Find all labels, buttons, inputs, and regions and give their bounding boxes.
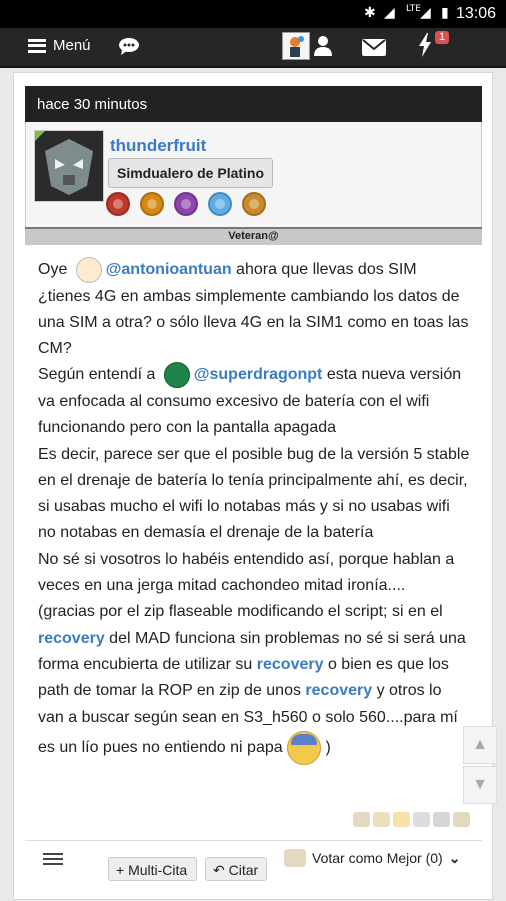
signal-icon: ◢ (420, 5, 431, 21)
author-avatar[interactable] (34, 130, 104, 202)
author-username[interactable]: thunderfruit (110, 136, 206, 156)
scroll-down-button[interactable]: ▼ (463, 766, 497, 804)
author-profile: thunderfruit Simdualero de Platino (25, 122, 482, 227)
notification-badge: 1 (435, 31, 450, 44)
sun-icon[interactable] (393, 812, 410, 827)
scroll-up-button[interactable]: ▲ (463, 726, 497, 764)
text: Según entendí a (38, 366, 160, 384)
mail-icon[interactable] (362, 39, 386, 56)
reply-icon: ↶ (213, 862, 229, 878)
signal-icon: ◢ (384, 5, 395, 21)
menu-label: Menú (53, 37, 91, 54)
online-indicator (35, 131, 45, 141)
post-content: Oye @antonioantuan ahora que llevas dos … (38, 257, 470, 765)
medal-icon[interactable] (242, 192, 266, 216)
bluetooth-icon: ✱ (364, 5, 376, 21)
reactions-row (353, 812, 473, 827)
chevron-up-icon: ▲ (472, 736, 488, 753)
medals-row (106, 192, 276, 216)
multi-quote-button[interactable]: + Multi-Cita (108, 857, 197, 881)
network-type: LTE (406, 4, 421, 14)
paragraph: Es decir, parece ser que el posible bug … (38, 445, 470, 542)
medal-icon[interactable] (140, 192, 164, 216)
top-navbar: Menú 1 (0, 28, 506, 68)
medal-icon[interactable] (106, 192, 130, 216)
chevron-down-icon: ⌄ (448, 849, 461, 866)
check-icon[interactable] (433, 812, 450, 827)
mention-link[interactable]: @antonioantuan (106, 261, 232, 278)
author-rank-badge: Simdualero de Platino (108, 158, 274, 188)
quote-button[interactable]: ↶ Citar (205, 857, 267, 881)
author-title-bar: Veteran@ (25, 227, 482, 245)
post-footer: + Multi-Cita ↶ Citar Votar como Mejor (0… (25, 840, 482, 901)
notifications-bolt-icon[interactable] (418, 33, 432, 57)
hamburger-icon (28, 38, 46, 53)
star-icon[interactable] (373, 812, 390, 827)
paragraph: (gracias por el zip flaseable modificand… (38, 599, 470, 765)
text: Oye (38, 261, 72, 279)
recovery-link[interactable]: recovery (257, 656, 324, 673)
quote-label: Citar (228, 862, 259, 878)
thumbs-up-icon (284, 849, 306, 867)
thumbs-down-icon[interactable] (453, 812, 470, 827)
mention-link[interactable]: @superdragonpt (194, 367, 323, 384)
mention-avatar (75, 257, 102, 283)
post-timestamp: hace 30 minutos (25, 86, 482, 122)
recovery-link[interactable]: recovery (305, 682, 372, 699)
mention-avatar (163, 362, 190, 389)
vote-best-button[interactable]: Votar como Mejor (0) ⌄ (284, 849, 460, 867)
post-options-icon[interactable] (43, 853, 63, 867)
text: (gracias por el zip flaseable modificand… (38, 603, 443, 621)
user-icon[interactable] (313, 35, 333, 57)
battery-icon: ▮ (441, 5, 449, 21)
status-bar: ✱ ◢ LTE ◢ ▮ 13:06 (0, 0, 506, 28)
paragraph: Según entendí a @superdragonpt esta nuev… (38, 362, 470, 441)
wrench-icon[interactable] (413, 812, 430, 827)
paragraph: No sé si vosotros lo habéis entendido as… (38, 550, 455, 595)
user-avatar[interactable] (282, 32, 310, 60)
chevron-down-icon: ▼ (472, 776, 488, 793)
thumbs-up-icon[interactable] (353, 812, 370, 827)
medal-icon[interactable] (208, 192, 232, 216)
chat-icon[interactable] (118, 37, 140, 55)
vote-label: Votar como Mejor (0) (312, 850, 443, 866)
menu-button[interactable]: Menú (28, 37, 91, 54)
medal-icon[interactable] (174, 192, 198, 216)
text: ) (325, 739, 331, 757)
anxious-emoji-icon (287, 730, 322, 765)
clock: 13:06 (455, 5, 496, 22)
text: ahora que llevas dos SIM ¿tienes 4G en a… (38, 261, 469, 358)
paragraph: Oye @antonioantuan ahora que llevas dos … (38, 257, 470, 362)
recovery-link[interactable]: recovery (38, 630, 105, 647)
